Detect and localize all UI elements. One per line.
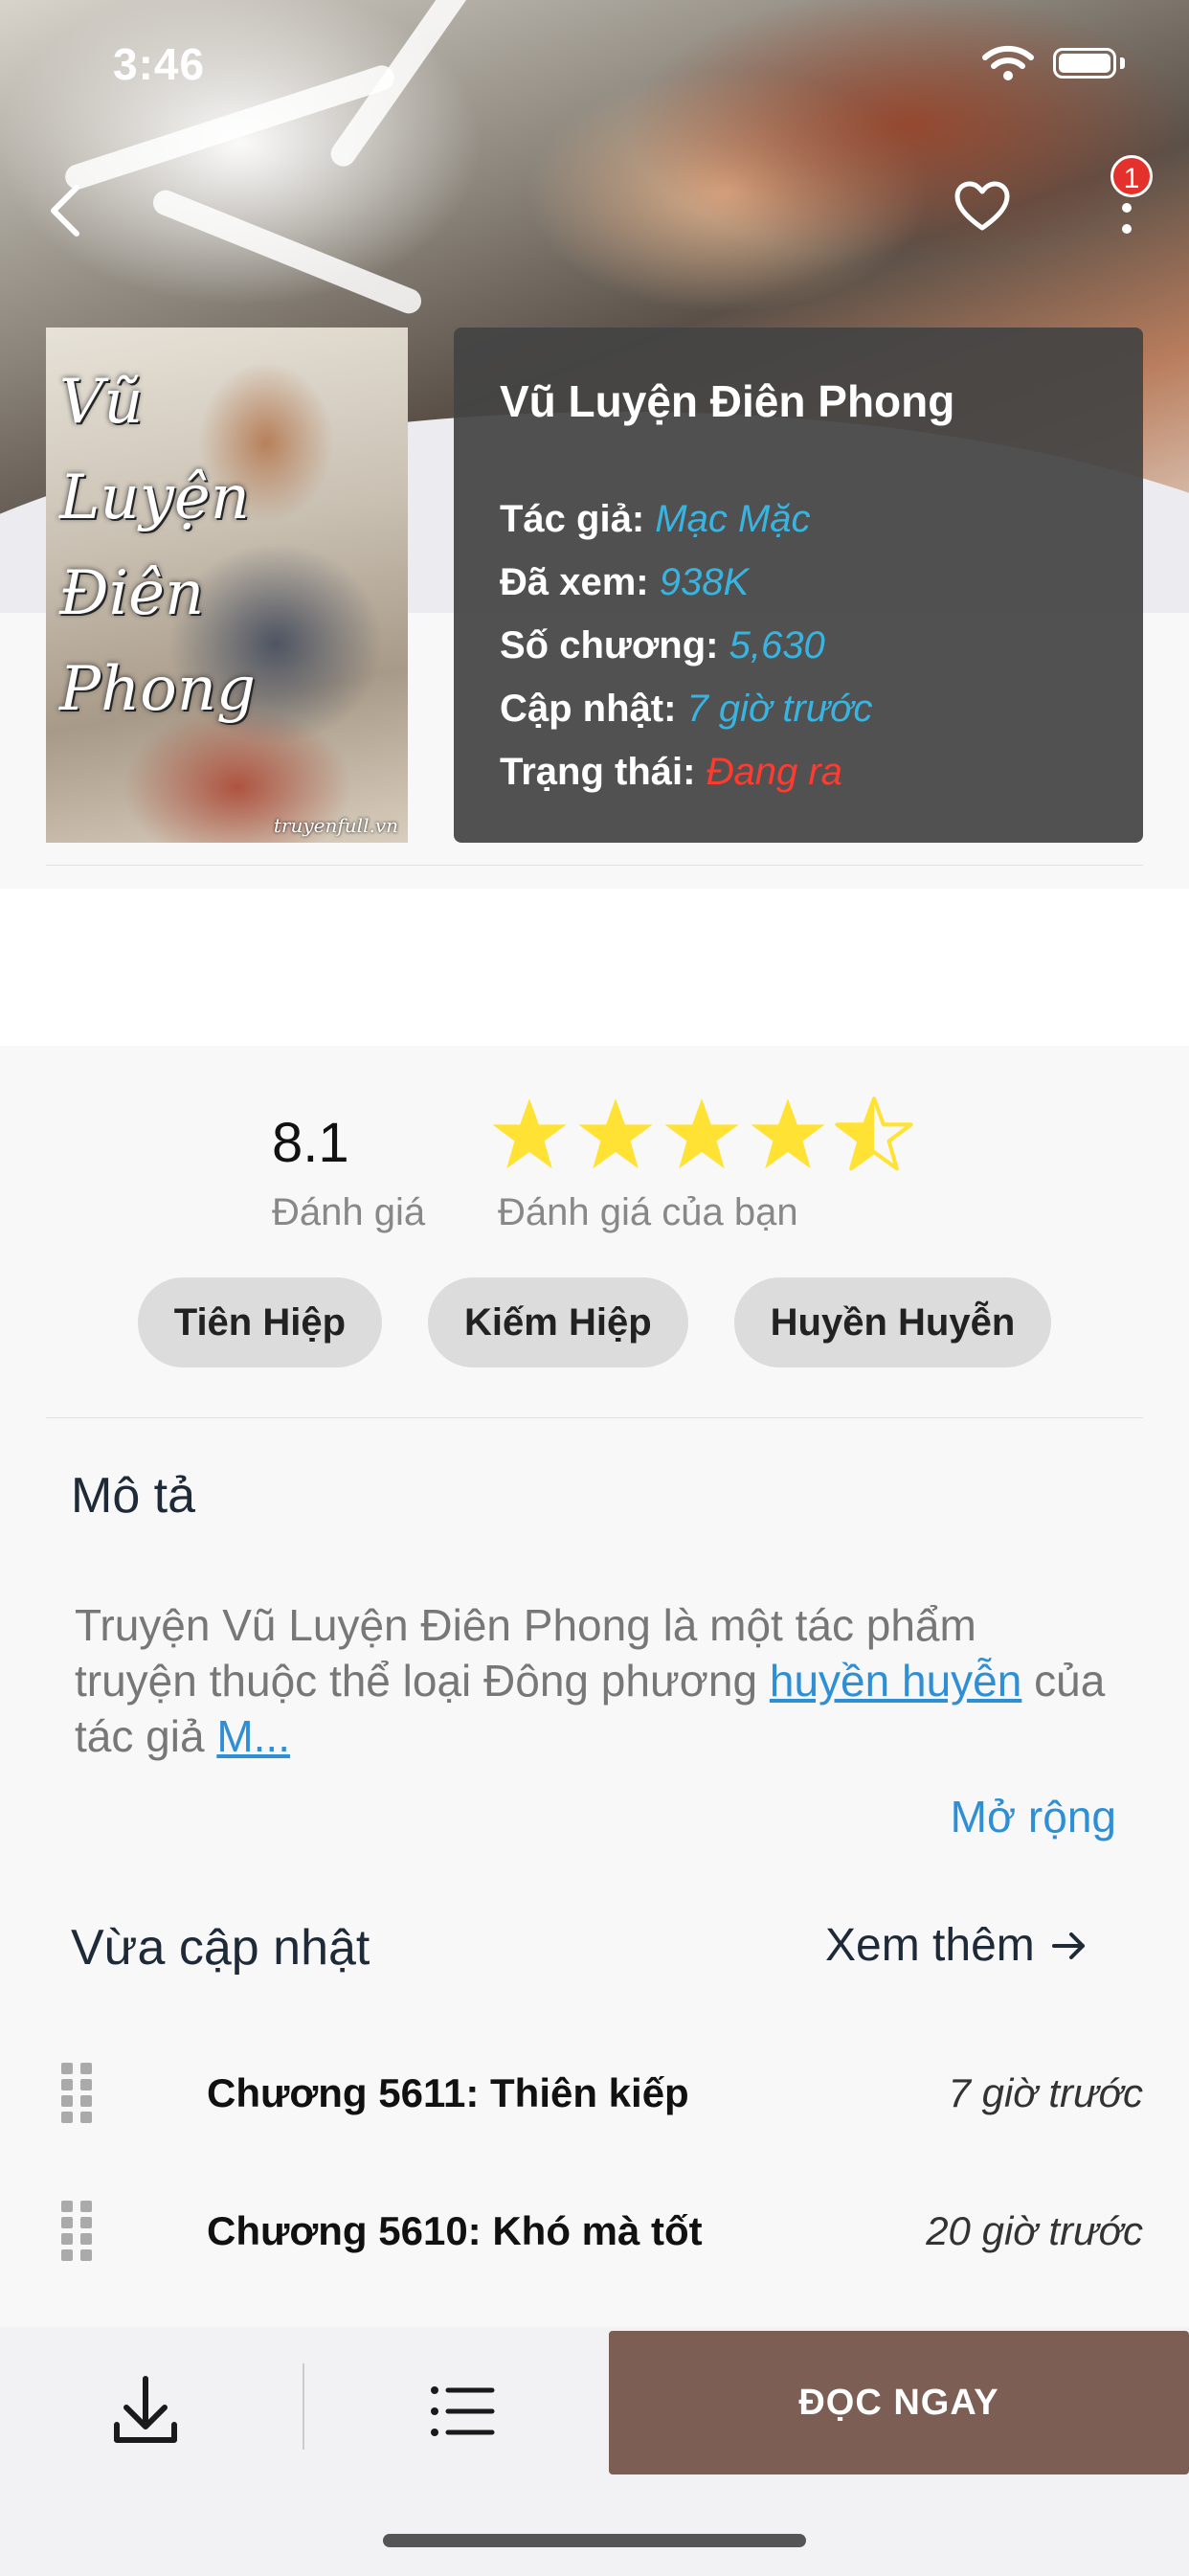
rating-stars[interactable] (490, 1096, 921, 1174)
author-link[interactable]: M... (216, 1711, 290, 1761)
genre-link[interactable]: huyền huyễn (770, 1656, 1021, 1706)
chapter-title: Chương 5610: Khó mà tốt (207, 2208, 703, 2253)
star-full-icon[interactable] (749, 1096, 827, 1174)
divider (303, 2363, 304, 2450)
status-label: Trạng thái: (500, 751, 696, 793)
updated-label: Cập nhật: (500, 688, 677, 730)
updates-title: Vừa cập nhật (71, 1920, 370, 1976)
home-indicator (383, 2534, 806, 2547)
your-rating-label: Đánh giá của bạn (498, 1191, 798, 1233)
genre-chips: Tiên Hiệp Kiếm Hiệp Huyền Huyễn (0, 1277, 1189, 1367)
star-full-icon[interactable] (662, 1096, 741, 1174)
views-row: Đã xem: 938K (500, 561, 749, 604)
divider (46, 865, 1143, 866)
star-full-icon[interactable] (490, 1096, 569, 1174)
author-label: Tác giả: (500, 498, 645, 540)
wifi-icon (982, 45, 1034, 80)
notification-badge: 1 (1110, 155, 1153, 197)
author-value[interactable]: Mạc Mặc (655, 498, 810, 540)
description-title: Mô tả (71, 1468, 196, 1524)
ad-space (0, 889, 1189, 1046)
genre-chip[interactable]: Tiên Hiệp (137, 1277, 383, 1367)
updated-row: Cập nhật: 7 giờ trước (500, 688, 872, 731)
expand-button[interactable]: Mở rộng (951, 1791, 1116, 1842)
see-more-button[interactable]: Xem thêm (825, 1919, 1088, 1972)
chapters-row: Số chương: 5,630 (500, 624, 825, 667)
drag-handle-icon (61, 2063, 94, 2124)
download-icon[interactable] (96, 2361, 195, 2461)
battery-icon (1053, 48, 1116, 79)
rating-score: 8.1 (272, 1112, 349, 1174)
book-info-panel: Vũ Luyện Điên Phong Tác giả: Mạc Mặc Đã … (454, 328, 1143, 843)
updated-value: 7 giờ trước (686, 688, 873, 730)
cover-title: Vũ Luyện Điên Phong (59, 367, 256, 725)
rating-label: Đánh giá (272, 1191, 426, 1233)
genre-chip[interactable]: Kiếm Hiệp (428, 1277, 688, 1367)
chapter-list-icon[interactable] (412, 2361, 511, 2461)
divider (46, 1417, 1143, 1418)
read-now-button[interactable]: ĐỌC NGAY (609, 2331, 1189, 2474)
genre-chip[interactable]: Huyền Huyễn (733, 1277, 1052, 1367)
status-value: Đang ra (706, 751, 842, 793)
arrow-right-icon (1051, 1932, 1085, 1959)
chapter-row[interactable]: Chương 5611: Thiên kiếp 7 giờ trước (0, 2036, 1189, 2151)
views-value: 938K (659, 561, 750, 603)
back-arrow-icon[interactable] (46, 182, 84, 239)
star-half-icon[interactable] (835, 1096, 913, 1174)
book-cover: Vũ Luyện Điên Phong truyenfull.vn (46, 328, 408, 843)
status-row: Trạng thái: Đang ra (500, 751, 842, 794)
chapters-label: Số chương: (500, 624, 719, 667)
chapter-title: Chương 5611: Thiên kiếp (207, 2070, 689, 2115)
see-more-label: Xem thêm (825, 1920, 1035, 1971)
cover-watermark: truyenfull.vn (273, 814, 398, 837)
hero-art-stroke (149, 186, 425, 318)
status-time: 3:46 (113, 39, 206, 89)
book-title: Vũ Luyện Điên Phong (500, 376, 955, 426)
chapter-time: 20 giờ trước (926, 2208, 1143, 2253)
description-text: Truyện Vũ Luyện Điên Phong là một tác ph… (75, 1597, 1109, 1764)
chapters-value: 5,630 (729, 624, 825, 667)
star-full-icon[interactable] (576, 1096, 655, 1174)
drag-handle-icon (61, 2201, 94, 2262)
favorite-heart-icon[interactable] (953, 180, 1011, 234)
views-label: Đã xem: (500, 561, 649, 603)
author-row: Tác giả: Mạc Mặc (500, 498, 811, 541)
chapter-time: 7 giờ trước (948, 2070, 1143, 2115)
battery-tip (1120, 57, 1125, 69)
chapter-row[interactable]: Chương 5610: Khó mà tốt 20 giờ trước (0, 2174, 1189, 2289)
